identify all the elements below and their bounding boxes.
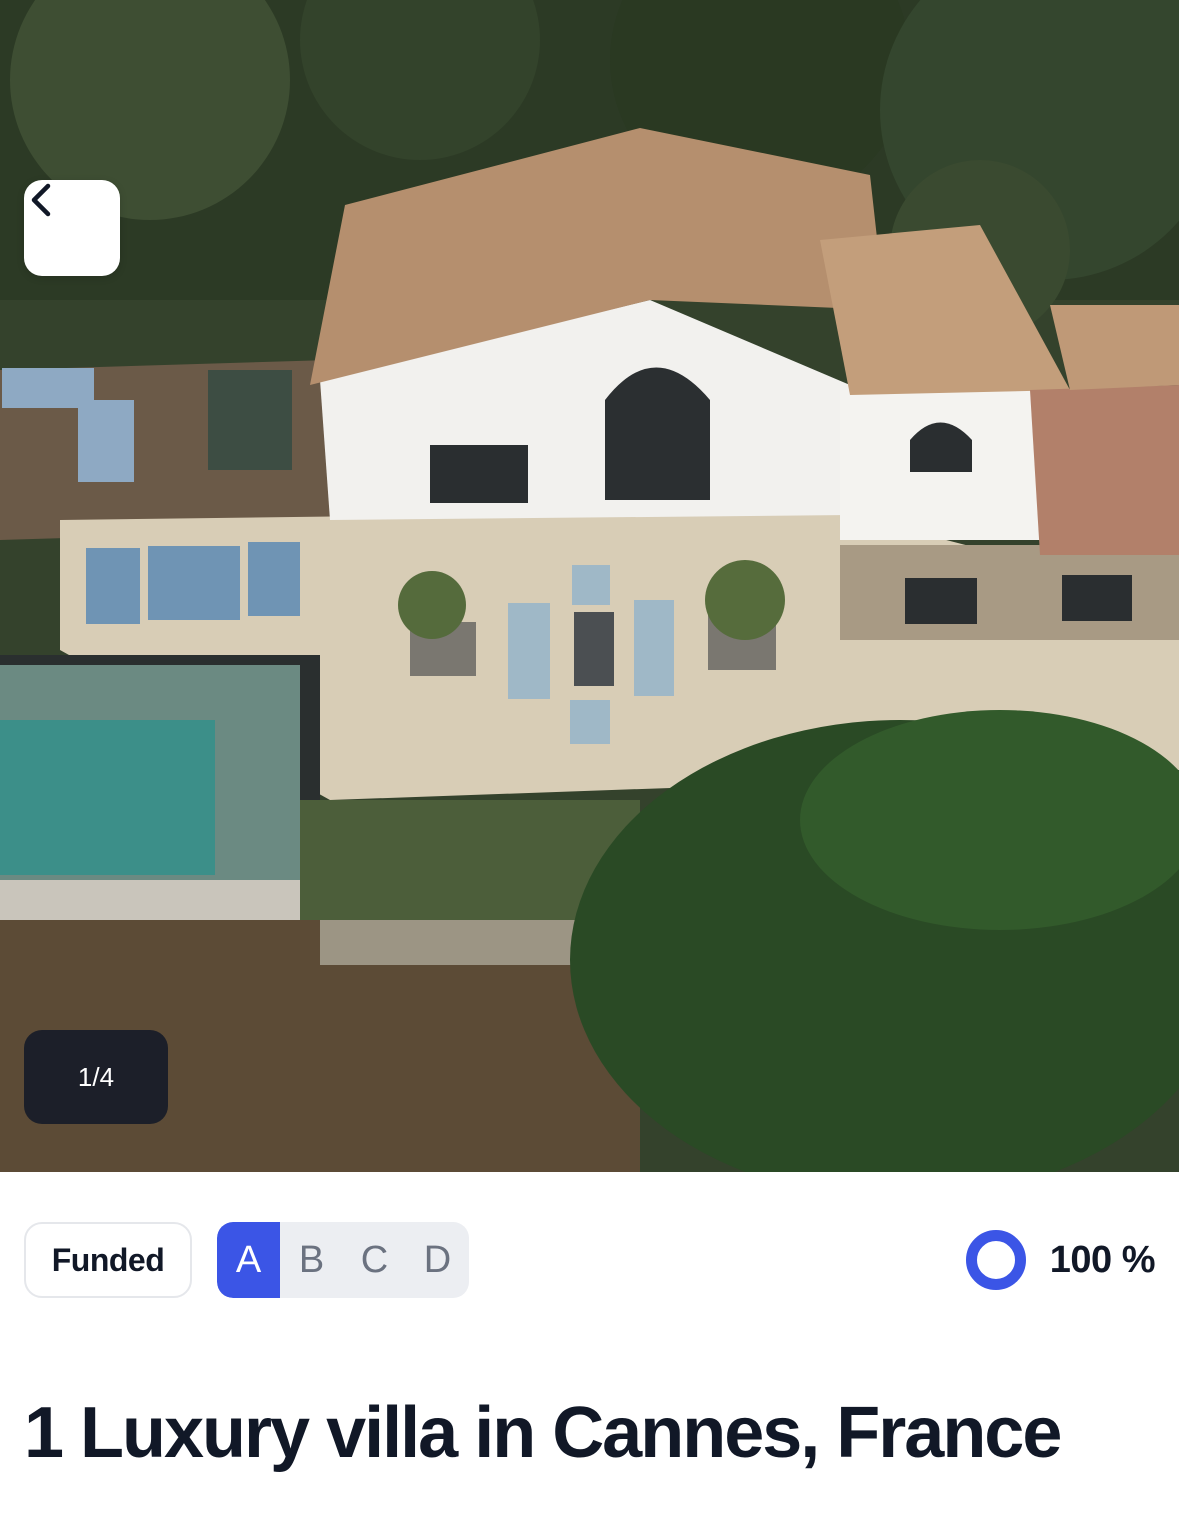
funding-progress: 100 %	[965, 1222, 1156, 1298]
listing-title: 1 Luxury villa in Cannes, France	[24, 1393, 1062, 1473]
progress-percentage: 100 %	[1049, 1238, 1156, 1281]
chevron-left-icon	[31, 183, 51, 217]
grade-b[interactable]: B	[280, 1222, 343, 1298]
back-button[interactable]	[24, 180, 120, 276]
status-badge: Funded	[24, 1222, 192, 1298]
grade-c[interactable]: C	[343, 1222, 406, 1298]
image-counter: 1/4	[24, 1030, 168, 1124]
status-row: Funded A B C D 100 %	[24, 1222, 1156, 1298]
grade-d[interactable]: D	[406, 1222, 469, 1298]
grade-a[interactable]: A	[217, 1222, 280, 1298]
progress-ring-icon	[965, 1230, 1026, 1290]
grade-selector: A B C D	[217, 1222, 469, 1298]
property-photo[interactable]: 1/4	[0, 0, 1179, 1172]
villa-aerial-image	[0, 0, 1179, 1172]
